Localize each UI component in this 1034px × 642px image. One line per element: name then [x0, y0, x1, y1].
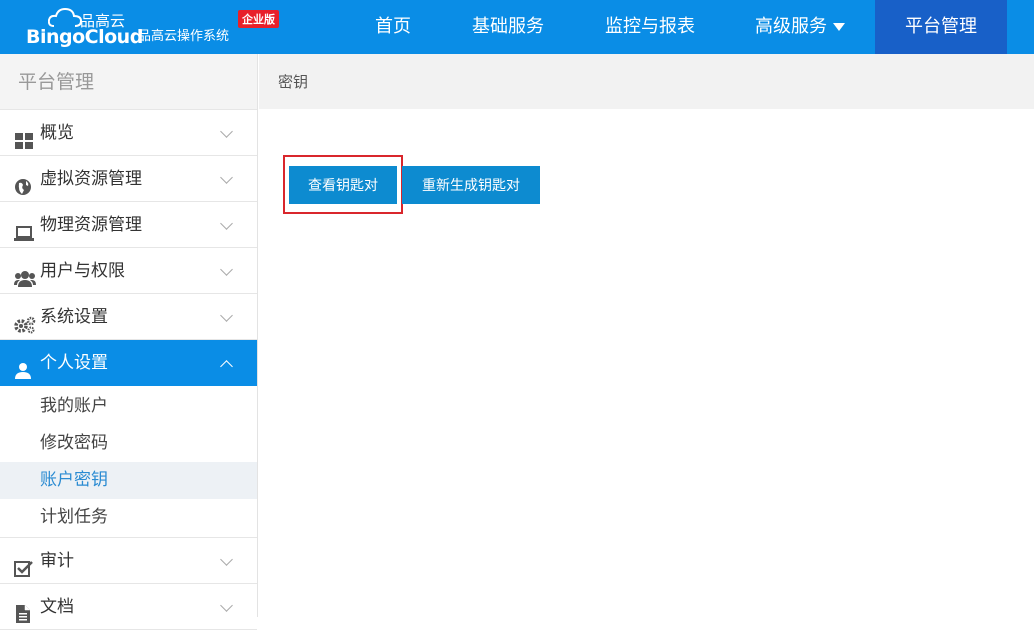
cloud-logo-icon [48, 8, 82, 27]
main-content: 密钥 查看钥匙对 重新生成钥匙对 [259, 54, 1034, 617]
sidebar-item-documents[interactable]: 文档 [0, 584, 257, 630]
caret-down-icon [833, 23, 845, 31]
sidebar-item-label: 文档 [40, 597, 74, 617]
logo-english-text: BingoCloud [26, 26, 143, 48]
breadcrumb: 密钥 [259, 54, 1034, 109]
grid-icon [14, 122, 34, 149]
chevron-down-icon [220, 171, 233, 184]
user-icon [14, 352, 34, 379]
nav-home[interactable]: 首页 [352, 0, 434, 54]
nav-platform-management[interactable]: 平台管理 [875, 0, 1007, 54]
top-navigation-bar: 品高云 BingoCloud 品高云操作系统 企业版 首页 基础服务 监控与报表… [0, 0, 1034, 54]
sidebar-item-label: 系统设置 [40, 307, 108, 327]
sidebar-title: 平台管理 [0, 54, 257, 110]
nav-advanced-services-label: 高级服务 [755, 16, 827, 37]
checkbox-icon [14, 550, 34, 577]
chevron-down-icon [220, 125, 233, 138]
sidebar: 平台管理 概览 虚拟资源管理 物理资源管理 用户与权限 系统设置 个人设置 我的… [0, 54, 258, 630]
nav-platform-management-label: 平台管理 [905, 16, 977, 37]
sidebar-item-label: 虚拟资源管理 [40, 169, 142, 189]
regenerate-keypair-button[interactable]: 重新生成钥匙对 [402, 166, 540, 204]
chevron-down-icon [220, 263, 233, 276]
sidebar-item-personal-settings[interactable]: 个人设置 [0, 340, 257, 386]
nav-monitoring-reports[interactable]: 监控与报表 [590, 0, 710, 54]
chevron-down-icon [220, 309, 233, 322]
users-icon [14, 260, 36, 287]
laptop-icon [14, 214, 34, 241]
edition-badge: 企业版 [238, 10, 279, 28]
breadcrumb-current: 密钥 [278, 73, 309, 91]
sidebar-item-users-permissions[interactable]: 用户与权限 [0, 248, 257, 294]
sidebar-item-system-settings[interactable]: 系统设置 [0, 294, 257, 340]
nav-home-label: 首页 [375, 16, 411, 37]
chevron-down-icon [220, 599, 233, 612]
sidebar-subitem-my-account[interactable]: 我的账户 [0, 388, 257, 425]
product-subtitle: 品高云操作系统 [138, 29, 230, 44]
personal-settings-submenu: 我的账户 修改密码 账户密钥 计划任务 [0, 388, 257, 538]
sidebar-item-physical-resources[interactable]: 物理资源管理 [0, 202, 257, 248]
nav-basic-services[interactable]: 基础服务 [460, 0, 556, 54]
sidebar-item-label: 概览 [40, 123, 74, 143]
document-icon [14, 596, 34, 623]
sidebar-item-audit[interactable]: 审计 [0, 538, 257, 584]
nav-monitoring-reports-label: 监控与报表 [605, 16, 695, 37]
sidebar-item-overview[interactable]: 概览 [0, 110, 257, 156]
sidebar-subitem-scheduled-tasks[interactable]: 计划任务 [0, 499, 257, 536]
view-keypair-button[interactable]: 查看钥匙对 [289, 166, 397, 204]
sidebar-item-label: 个人设置 [40, 353, 108, 373]
sidebar-subitem-account-keys[interactable]: 账户密钥 [0, 462, 257, 499]
chevron-up-icon [220, 360, 233, 373]
sidebar-item-label: 物理资源管理 [40, 215, 142, 235]
sidebar-item-virtual-resources[interactable]: 虚拟资源管理 [0, 156, 257, 202]
bingocloud-logo[interactable]: 品高云 BingoCloud [24, 8, 143, 48]
nav-basic-services-label: 基础服务 [472, 16, 544, 37]
sidebar-item-label: 审计 [40, 551, 74, 571]
gears-icon [14, 306, 36, 334]
sidebar-item-label: 用户与权限 [40, 261, 125, 281]
chevron-down-icon [220, 217, 233, 230]
nav-advanced-services[interactable]: 高级服务 [740, 0, 860, 54]
globe-icon [14, 168, 34, 195]
sidebar-subitem-change-password[interactable]: 修改密码 [0, 425, 257, 462]
chevron-down-icon [220, 553, 233, 566]
